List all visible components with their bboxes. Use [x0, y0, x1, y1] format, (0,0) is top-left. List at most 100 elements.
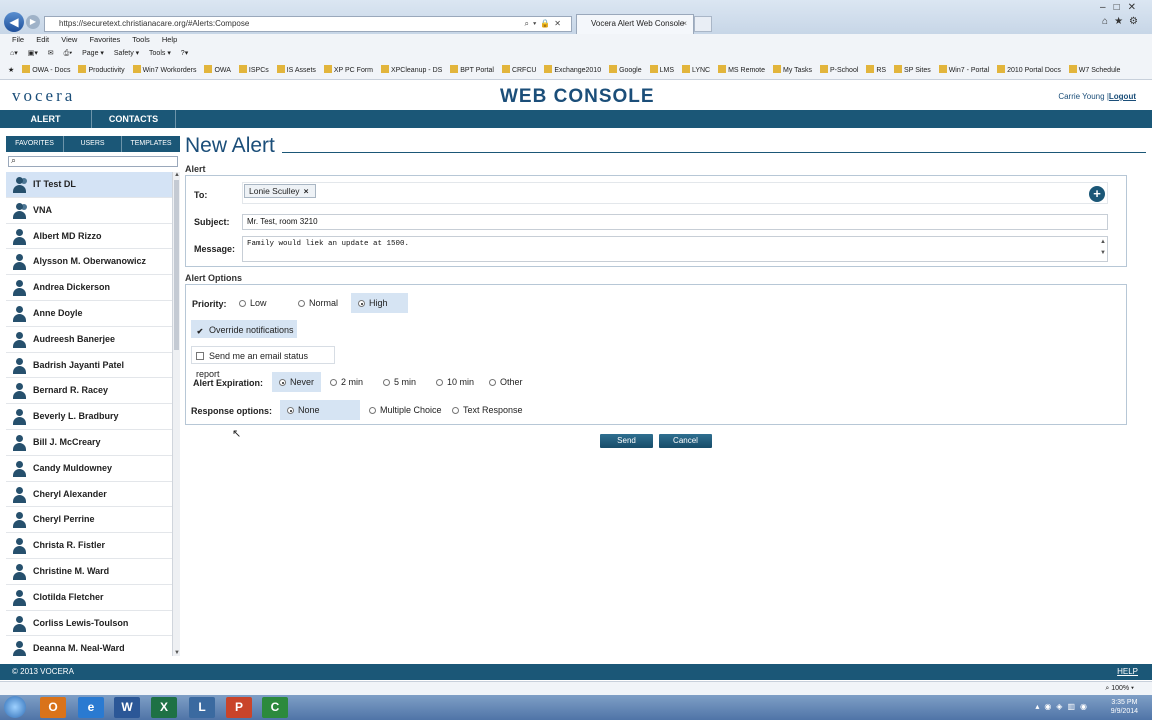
home-icon[interactable]: ⌂ [1102, 16, 1114, 27]
expiration-never[interactable]: Never [272, 372, 321, 392]
fav-link[interactable]: XP PC Form [323, 65, 373, 74]
contact-row[interactable]: Audreesh Banerjee [6, 327, 172, 353]
fav-link[interactable]: P-School [819, 65, 858, 74]
contact-row[interactable]: Albert MD Rizzo [6, 224, 172, 250]
browser-tab[interactable]: Vocera Alert Web Console × [576, 14, 694, 34]
scroll-up-icon[interactable]: ▲ [174, 172, 180, 178]
fav-link[interactable]: My Tasks [772, 65, 812, 74]
fav-link[interactable]: LYNC [681, 65, 710, 74]
contact-row[interactable]: Corliss Lewis-Toulson [6, 611, 172, 637]
scroll-thumb[interactable] [174, 180, 179, 350]
contact-row[interactable]: Badrish Jayanti Patel [6, 353, 172, 379]
fav-link[interactable]: XPCleanup - DS [380, 65, 442, 74]
fav-link[interactable]: BPT Portal [450, 65, 494, 74]
fav-link[interactable]: Google [609, 65, 642, 74]
contact-search-input[interactable]: ⌕ [8, 155, 178, 167]
contact-row[interactable]: Cheryl Perrine [6, 507, 172, 534]
response-none[interactable]: None [280, 400, 360, 420]
excel-icon[interactable]: X [151, 697, 177, 718]
word-icon[interactable]: W [114, 697, 140, 718]
fav-link[interactable]: RS [866, 65, 886, 74]
internet-explorer-icon[interactable]: e [78, 697, 104, 718]
fav-link[interactable]: OWA [204, 65, 231, 74]
fav-link[interactable]: IS Assets [276, 65, 316, 74]
nav-alert[interactable]: ALERT [0, 110, 92, 128]
contact-row[interactable]: Cheryl Alexander [6, 482, 172, 508]
maximize-icon[interactable]: □ [1114, 2, 1128, 13]
expiration-2min[interactable]: 2 min [323, 372, 375, 392]
response-multiple-choice[interactable]: Multiple Choice [362, 400, 444, 420]
fav-link[interactable]: Win7 Workorders [132, 65, 197, 74]
contact-row[interactable]: Anne Doyle [6, 301, 172, 327]
address-actions-icon[interactable]: ⌕▾🔒✕ [524, 17, 565, 31]
contact-row[interactable]: VNA [6, 198, 172, 224]
message-scrollbar[interactable]: ▲ ▼ [1098, 237, 1108, 261]
contact-row[interactable]: Bill J. McCreary [6, 430, 172, 456]
window-controls[interactable]: –□✕ [1100, 2, 1144, 13]
forward-arrow-icon[interactable]: ▶ [26, 15, 40, 29]
expiration-other[interactable]: Other [482, 372, 534, 392]
minimize-icon[interactable]: – [1100, 2, 1114, 13]
contact-row[interactable]: Christine M. Ward [6, 559, 172, 585]
nav-contacts[interactable]: CONTACTS [92, 110, 176, 128]
expiration-10min[interactable]: 10 min [429, 372, 481, 392]
priority-normal[interactable]: Normal [291, 293, 349, 313]
fav-link[interactable]: Productivity [78, 65, 125, 74]
taskbar-clock[interactable]: 3:35 PM 9/9/2014 [1111, 698, 1138, 716]
scroll-up-icon[interactable]: ▲ [1098, 237, 1108, 248]
feeds-icon[interactable]: ▣▾ [28, 50, 38, 57]
priority-high[interactable]: High [351, 293, 408, 313]
favorites-star-icon[interactable]: ★ [1114, 16, 1129, 27]
priority-low[interactable]: Low [232, 293, 290, 313]
home-toolbar-icon[interactable]: ⌂▾ [10, 50, 18, 57]
command-safety[interactable]: Safety ▾ [114, 50, 139, 57]
fav-link[interactable]: OWA - Docs [22, 65, 70, 74]
tab-users[interactable]: USERS [64, 136, 122, 152]
lync-icon[interactable]: L [189, 697, 215, 718]
contact-row[interactable]: Beverly L. Bradbury [6, 404, 172, 430]
menu-help[interactable]: Help [162, 35, 177, 44]
cancel-button[interactable]: Cancel [659, 434, 712, 448]
help-link[interactable]: HELP [1117, 664, 1138, 680]
command-page[interactable]: Page ▾ [82, 50, 104, 57]
fav-link[interactable]: LMS [649, 65, 674, 74]
email-report-checkbox[interactable]: Send me an email status report [191, 346, 335, 379]
override-notifications-checkbox[interactable]: ✔ Override notifications [191, 320, 297, 338]
app-c-icon[interactable]: C [262, 697, 288, 718]
contact-row[interactable]: Christa R. Fistler [6, 533, 172, 559]
contact-row[interactable]: Candy Muldowney [6, 456, 172, 482]
to-field[interactable] [242, 182, 1108, 204]
contact-row[interactable]: IT Test DL [6, 172, 172, 198]
help-icon[interactable]: ?▾ [181, 50, 188, 57]
menu-file[interactable]: File [12, 35, 24, 44]
fav-link[interactable]: Win7 - Portal [938, 65, 989, 74]
fav-link[interactable]: CRFCU [501, 65, 536, 74]
menu-tools[interactable]: Tools [132, 35, 150, 44]
back-arrow-icon[interactable]: ◀ [4, 12, 24, 32]
tab-close-icon[interactable]: × [682, 15, 687, 33]
close-window-icon[interactable]: ✕ [1128, 2, 1144, 13]
favorites-star-icon[interactable]: ★ [8, 67, 14, 74]
print-icon[interactable]: ⎙▾ [64, 50, 73, 57]
outlook-icon[interactable]: O [40, 697, 66, 718]
fav-link[interactable]: ISPCs [238, 65, 269, 74]
powerpoint-icon[interactable]: P [226, 697, 252, 718]
subject-input[interactable]: Mr. Test, room 3210 [242, 214, 1108, 230]
tab-templates[interactable]: TEMPLATES [122, 136, 180, 152]
start-button-icon[interactable] [4, 696, 26, 718]
message-input[interactable]: Family would liek an update at 1500. [242, 236, 1108, 262]
contact-row[interactable]: Alysson M. Oberwanowicz [6, 249, 172, 276]
menu-edit[interactable]: Edit [36, 35, 49, 44]
contact-list-scrollbar[interactable]: ▲ ▼ [172, 172, 180, 656]
zoom-control[interactable]: ⌕ 100% ▾ [1105, 682, 1134, 695]
fav-link[interactable]: W7 Schedule [1068, 65, 1120, 74]
remove-recipient-icon[interactable]: × [304, 186, 309, 196]
system-tray[interactable]: ▴◉◈▥◉ [1035, 702, 1092, 711]
scroll-down-icon[interactable]: ▼ [1098, 248, 1108, 259]
menu-favorites[interactable]: Favorites [89, 35, 120, 44]
new-tab-button[interactable] [694, 16, 712, 32]
fav-link[interactable]: SP Sites [894, 65, 931, 74]
logout-link[interactable]: Logout [1109, 92, 1136, 101]
contact-row[interactable]: Bernard R. Racey [6, 378, 172, 405]
fav-link[interactable]: 2010 Portal Docs [997, 65, 1061, 74]
